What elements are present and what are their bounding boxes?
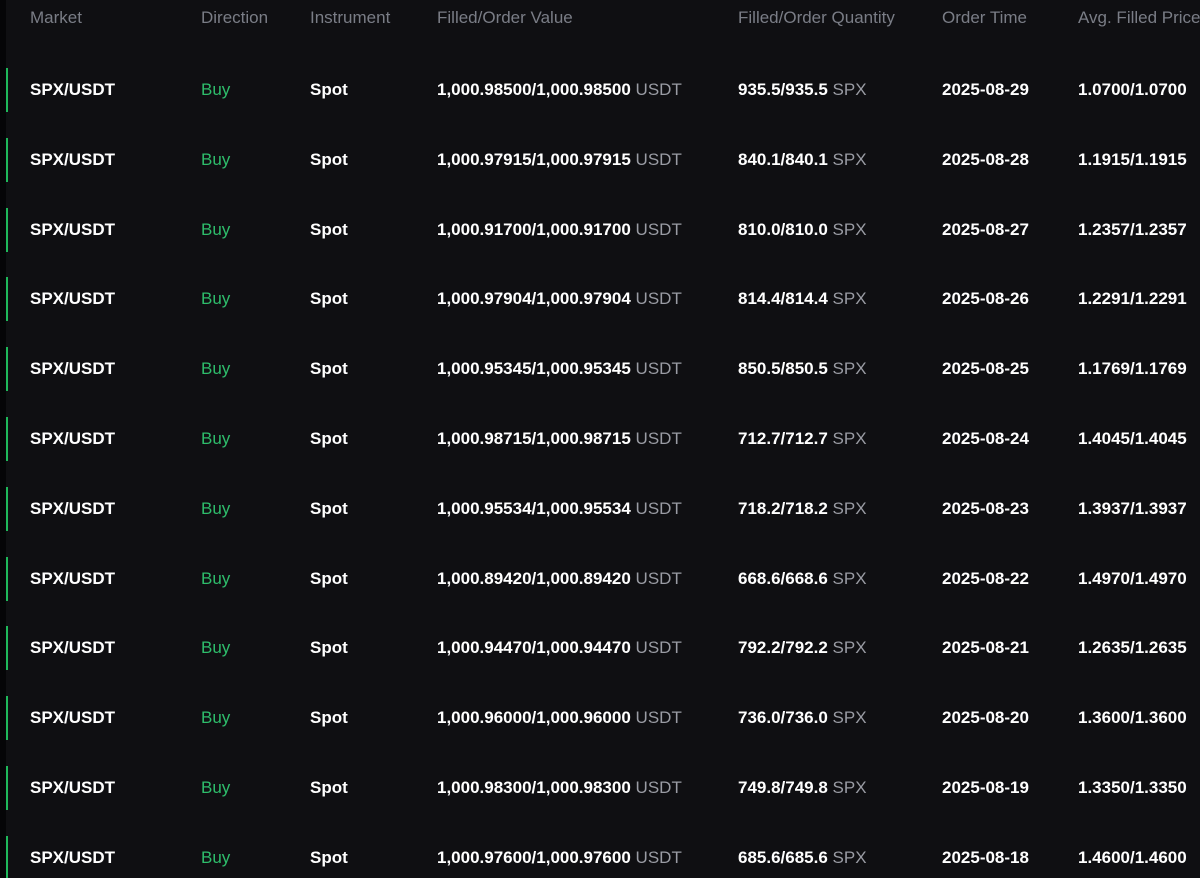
table-row[interactable]: SPX/USDT Buy Spot 1,000.97904/1,000.97904 U… — [0, 219, 1200, 322]
table-row[interactable]: SPX/USDT Buy Spot 1,000.95534/1,000.95534 U… — [0, 429, 1200, 531]
quantity-unit: SPX — [832, 847, 867, 867]
table-row[interactable]: SPX/USDT Buy Spot 1,000.94470/1,000.94470 U… — [0, 568, 1200, 671]
instrument-cell: Spot — [310, 847, 348, 867]
table-row[interactable]: SPX/USDT Buy Spot 1,000.91700/1,000.91700 U… — [0, 150, 1200, 252]
table-row[interactable]: SPX/USDT Buy Spot 1,000.95345/1,000.95345 U… — [0, 289, 1200, 392]
value-unit: USDT — [635, 847, 682, 867]
market-cell: SPX/USDT — [30, 847, 116, 867]
filled-order-value-cell: 1,000.97600/1,000.97600 USDT — [437, 848, 682, 868]
order-time-cell: 2025-08-18 — [942, 847, 1029, 867]
direction-cell: Buy — [201, 847, 231, 867]
table-row[interactable]: SPX/USDT Buy Spot 1,000.89420/1,000.89420 U… — [0, 499, 1200, 601]
filled-order-quantity-cell: 685.6/685.6 SPX — [738, 848, 867, 868]
quantity-amount: 685.6/685.6 — [738, 847, 828, 867]
order-history-table: Market Direction Instrument Filled/Order… — [0, 0, 1200, 878]
table-row[interactable]: SPX/USDT Buy Spot 1,000.98715/1,000.98715 U… — [0, 359, 1200, 461]
table-row[interactable]: SPX/USDT Buy Spot 1,000.97915/1,000.97915 U… — [0, 80, 1200, 182]
table-row[interactable]: SPX/USDT Buy Spot 1,000.98500/1,000.98500 U… — [0, 10, 1200, 112]
table-row[interactable]: SPX/USDT Buy Spot 1,000.98300/1,000.98300 U… — [0, 708, 1200, 810]
value-amount: 1,000.97600/1,000.97600 — [437, 847, 631, 867]
table-row[interactable]: SPX/USDT Buy Spot 1,000.96000/1,000.96000 U… — [0, 638, 1200, 741]
avg-filled-price-cell: 1.4600/1.4600 — [1078, 847, 1187, 867]
buy-side-indicator — [6, 835, 8, 878]
table-row[interactable]: SPX/USDT Buy Spot 1,000.97600/1,000.97600 U… — [0, 778, 1200, 878]
